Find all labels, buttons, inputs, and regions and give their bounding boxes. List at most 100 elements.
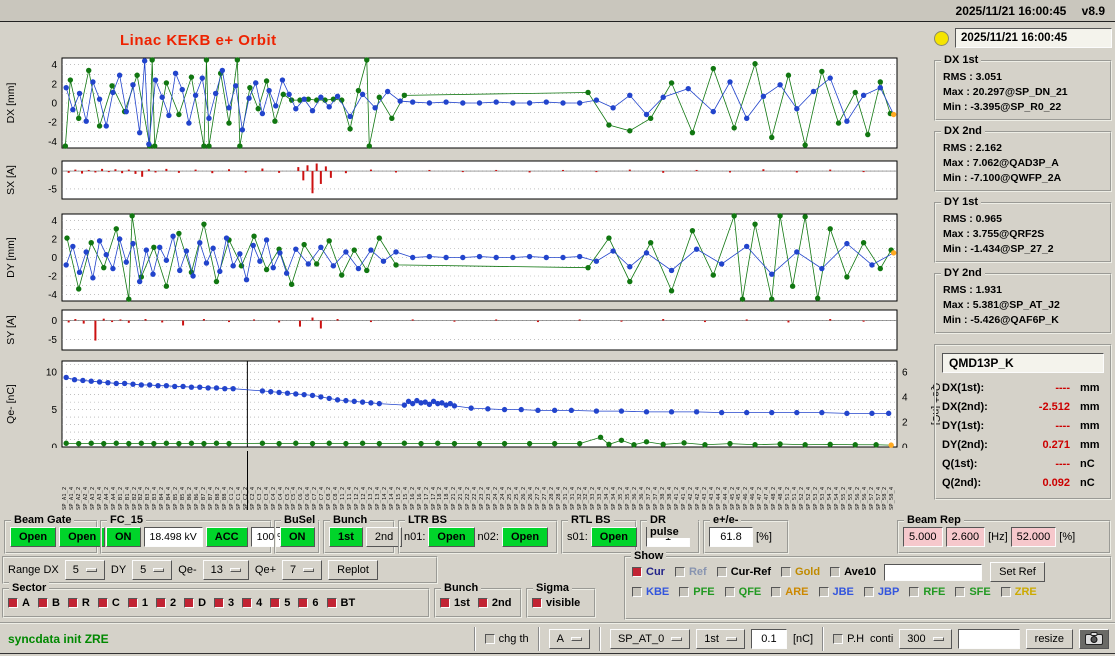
checkbox[interactable]	[242, 598, 253, 608]
show-toggle-qfe[interactable]: QFE	[724, 586, 761, 598]
ref-name-input[interactable]	[884, 563, 983, 581]
camera-button[interactable]	[1079, 628, 1109, 649]
sigma-toggle-visible[interactable]: visible	[532, 597, 580, 609]
checkbox[interactable]	[37, 598, 48, 608]
checkbox[interactable]	[97, 598, 108, 608]
checkbox[interactable]	[830, 567, 841, 577]
ph-checkbox[interactable]	[833, 633, 844, 644]
sector-toggle-d[interactable]: D	[184, 597, 206, 609]
svg-text:4: 4	[51, 60, 57, 71]
show-toggle-gold[interactable]: Gold	[781, 566, 820, 578]
bunch-1st-button[interactable]: 1st	[329, 527, 363, 547]
sector-toggle-c[interactable]: C	[97, 597, 120, 609]
show-toggle-jbp[interactable]: JBP	[863, 586, 899, 598]
sector-toggle-bt[interactable]: BT	[326, 597, 355, 609]
show-toggle-ave10[interactable]: Ave10	[830, 566, 876, 578]
checkbox[interactable]	[724, 587, 735, 597]
checkbox[interactable]	[909, 587, 920, 597]
checkbox[interactable]	[298, 598, 309, 608]
sector-toggle-6[interactable]: 6	[298, 597, 319, 609]
checkbox[interactable]	[679, 587, 690, 597]
checkbox[interactable]	[781, 567, 792, 577]
bunch-toggle-1st[interactable]: 1st	[440, 597, 470, 609]
sector-toggle-b[interactable]: B	[37, 597, 60, 609]
ph-toggle[interactable]: P.H	[833, 633, 864, 645]
checkbox-label: JBE	[832, 586, 854, 598]
x-axis-station-label: SP_12_4	[360, 486, 367, 510]
show-toggle-zre[interactable]: ZRE	[1000, 586, 1037, 598]
sector-toggle-4[interactable]: 4	[242, 597, 262, 609]
show-toggle-pfe[interactable]: PFE	[679, 586, 715, 598]
ltr-n02-open-button[interactable]: Open	[501, 527, 549, 547]
checkbox[interactable]	[532, 598, 542, 608]
checkbox[interactable]	[440, 598, 450, 608]
sector-toggle-2[interactable]: 2	[155, 597, 176, 609]
checkbox[interactable]	[674, 567, 685, 577]
ltr-n01-open-button[interactable]: Open	[428, 527, 475, 547]
interval-select[interactable]: 300	[899, 628, 952, 649]
range-qep-select[interactable]: 7	[282, 560, 323, 580]
show-toggle-are[interactable]: ARE	[771, 586, 809, 598]
svg-text:-5: -5	[48, 184, 57, 195]
set-ref-button[interactable]: Set Ref	[990, 562, 1045, 582]
show-row2: KBE PFE QFE ARE JBE JBP RFE SFE ZRE	[632, 586, 1037, 598]
checkbox[interactable]	[632, 567, 642, 577]
checkbox[interactable]	[127, 598, 138, 608]
sector-toggle-3[interactable]: 3	[214, 597, 234, 609]
checkbox[interactable]	[67, 598, 78, 608]
bunch-order-select[interactable]: 1st	[696, 628, 745, 649]
checkbox[interactable]	[632, 587, 642, 597]
x-axis-station-label: SP_11_4	[347, 486, 354, 510]
chg-th-checkbox[interactable]	[484, 633, 495, 644]
ratio-group-label: e+/e-	[710, 514, 742, 526]
checkbox[interactable]	[184, 598, 195, 608]
resize-button[interactable]: resize	[1025, 628, 1073, 649]
checkbox[interactable]	[477, 598, 488, 608]
show-toggle-cur-ref[interactable]: Cur-Ref	[716, 566, 771, 578]
bunch-toggle-2nd[interactable]: 2nd	[477, 597, 511, 609]
threshold-input[interactable]: 0.1	[750, 628, 787, 649]
busel-on-button[interactable]: ON	[280, 527, 315, 547]
show-toggle-ref[interactable]: Ref	[674, 566, 707, 578]
chg-th-toggle[interactable]: chg th	[484, 633, 529, 645]
checkbox[interactable]	[214, 598, 225, 608]
interval-select-value: 300	[907, 632, 926, 645]
bunch-2nd-button[interactable]: 2nd	[365, 527, 403, 547]
element-select[interactable]: SP_AT_0	[609, 628, 691, 649]
extra-input[interactable]	[957, 628, 1020, 649]
sector-select[interactable]: A	[548, 628, 590, 649]
checkbox[interactable]	[955, 587, 966, 597]
range-dy-label: DY	[110, 564, 127, 576]
beam-gate-open-button-2[interactable]: Open	[59, 527, 106, 547]
sector-toggle-a[interactable]: A	[8, 597, 30, 609]
fc15-acc-button[interactable]: ACC	[205, 527, 248, 547]
checkbox[interactable]	[863, 587, 874, 597]
show-toggle-jbe[interactable]: JBE	[818, 586, 854, 598]
show-toggle-rfe[interactable]: RFE	[909, 586, 945, 598]
show-toggle-kbe[interactable]: KBE	[632, 586, 669, 598]
range-dy-select[interactable]: 5	[132, 560, 173, 580]
qmd-device-name[interactable]: QMD13P_K	[942, 353, 1104, 373]
checkbox[interactable]	[155, 598, 166, 608]
range-qem-select[interactable]: 13	[202, 560, 249, 580]
checkbox[interactable]	[818, 587, 829, 597]
stat-max: Max : 7.062@QAD3P_A	[943, 157, 1059, 169]
x-axis-station-label: SP_58_4	[889, 486, 896, 510]
show-toggle-cur[interactable]: Cur	[632, 566, 665, 578]
checkbox[interactable]	[771, 587, 782, 597]
sector-toggle-r[interactable]: R	[67, 597, 90, 609]
checkbox[interactable]	[1000, 587, 1011, 597]
rtl-s01-open-button[interactable]: Open	[590, 527, 637, 547]
show-toggle-sfe[interactable]: SFE	[955, 586, 991, 598]
checkbox[interactable]	[716, 567, 727, 577]
checkbox[interactable]	[270, 598, 281, 608]
x-axis-station-label: SP_C1_2	[228, 486, 235, 510]
sector-toggle-1[interactable]: 1	[127, 597, 148, 609]
checkbox[interactable]	[8, 598, 18, 608]
range-dx-select[interactable]: 5	[64, 560, 105, 580]
fc15-on-button[interactable]: ON	[106, 527, 141, 547]
replot-button[interactable]: Replot	[328, 560, 378, 580]
sector-toggle-5[interactable]: 5	[270, 597, 290, 609]
beam-gate-open-button-1[interactable]: Open	[10, 527, 57, 547]
checkbox[interactable]	[326, 598, 337, 608]
